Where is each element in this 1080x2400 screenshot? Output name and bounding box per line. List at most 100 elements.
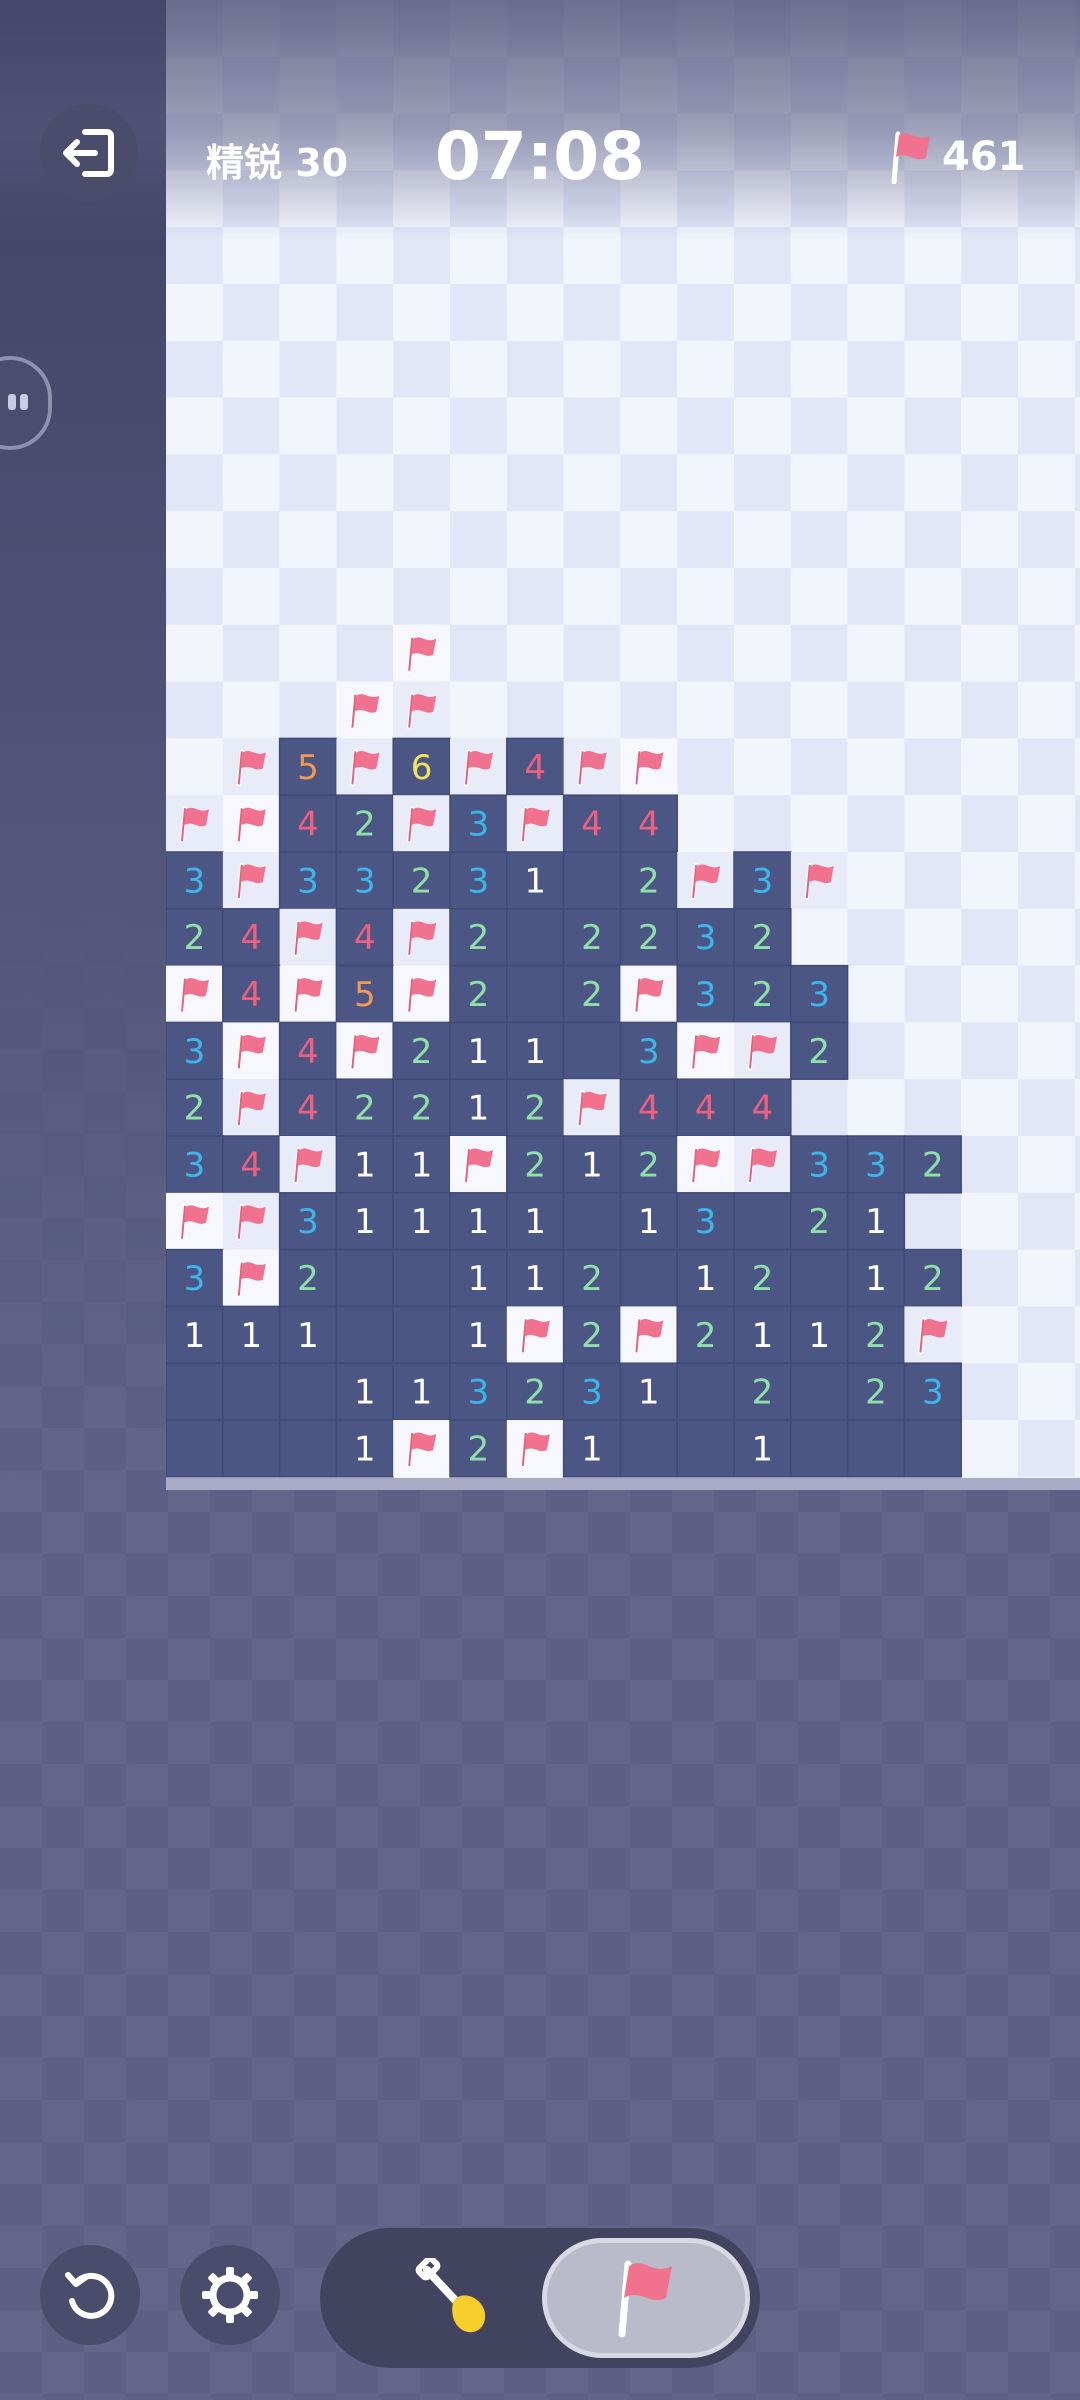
hidden-cell[interactable]	[961, 1420, 1018, 1477]
hidden-cell[interactable]	[620, 397, 678, 455]
hidden-cell[interactable]	[1018, 1249, 1075, 1307]
hidden-cell[interactable]	[506, 511, 564, 568]
hidden-cell[interactable]	[1018, 1192, 1075, 1250]
hidden-cell[interactable]	[393, 284, 450, 341]
hidden-cell[interactable]	[1074, 738, 1080, 796]
hidden-cell[interactable]	[790, 681, 848, 739]
hidden-cell[interactable]	[677, 340, 734, 398]
hidden-cell[interactable]	[790, 738, 848, 796]
hidden-cell[interactable]	[734, 454, 791, 512]
revealed-blank-cell[interactable]	[392, 1248, 451, 1308]
revealed-blank-cell[interactable]	[790, 1248, 849, 1308]
hidden-cell[interactable]	[506, 568, 564, 625]
revealed-blank-cell[interactable]	[166, 1419, 224, 1478]
hidden-cell[interactable]	[904, 965, 962, 1023]
hidden-cell[interactable]	[734, 795, 791, 852]
hidden-cell[interactable]	[1074, 397, 1080, 455]
hidden-cell[interactable]	[904, 340, 962, 398]
hidden-cell[interactable]	[1074, 1079, 1080, 1136]
hidden-cell[interactable]	[620, 511, 678, 568]
hidden-cell[interactable]	[961, 454, 1018, 512]
hidden-cell[interactable]	[506, 624, 564, 682]
hidden-cell[interactable]	[904, 1079, 962, 1136]
hidden-cell[interactable]	[1018, 624, 1075, 682]
hidden-cell[interactable]	[1018, 1306, 1075, 1364]
hidden-cell[interactable]	[166, 284, 223, 341]
hidden-cell[interactable]	[961, 1136, 1018, 1193]
hidden-cell[interactable]	[904, 852, 962, 909]
hidden-cell[interactable]	[336, 624, 394, 682]
hidden-cell[interactable]	[279, 568, 337, 625]
hidden-cell[interactable]	[620, 568, 678, 625]
hidden-cell[interactable]	[904, 511, 962, 568]
hidden-cell[interactable]	[677, 511, 734, 568]
hidden-cell[interactable]	[279, 340, 337, 398]
hidden-cell[interactable]	[961, 908, 1018, 966]
hidden-cell[interactable]	[166, 454, 223, 512]
hidden-cell[interactable]	[961, 1022, 1018, 1080]
hidden-cell[interactable]	[847, 454, 905, 512]
hidden-cell[interactable]	[847, 284, 905, 341]
hidden-cell[interactable]	[1074, 454, 1080, 512]
hidden-cell[interactable]	[904, 795, 962, 852]
hidden-cell[interactable]	[734, 568, 791, 625]
revealed-blank-cell[interactable]	[676, 1419, 735, 1478]
hidden-cell[interactable]	[677, 454, 734, 512]
hidden-cell[interactable]	[393, 397, 450, 455]
revealed-blank-cell[interactable]	[278, 1419, 338, 1478]
hidden-cell[interactable]	[1074, 965, 1080, 1023]
revealed-blank-cell[interactable]	[506, 908, 565, 967]
hidden-cell[interactable]	[166, 340, 223, 398]
hidden-cell[interactable]	[450, 511, 507, 568]
hidden-cell[interactable]	[1074, 908, 1080, 966]
hidden-cell[interactable]	[904, 624, 962, 682]
hidden-cell[interactable]	[393, 340, 450, 398]
hidden-cell[interactable]	[393, 568, 450, 625]
hidden-cell[interactable]	[734, 624, 791, 682]
revealed-blank-cell[interactable]	[676, 1362, 735, 1421]
hidden-cell[interactable]	[563, 568, 621, 625]
hidden-cell[interactable]	[961, 1192, 1018, 1250]
hidden-cell[interactable]	[734, 681, 791, 739]
hidden-cell[interactable]	[1018, 284, 1075, 341]
hidden-cell[interactable]	[847, 681, 905, 739]
hidden-cell[interactable]	[1018, 511, 1075, 568]
revealed-blank-cell[interactable]	[790, 1419, 849, 1478]
hidden-cell[interactable]	[1018, 738, 1075, 796]
hidden-cell[interactable]	[279, 454, 337, 512]
hidden-cell[interactable]	[734, 511, 791, 568]
hidden-cell[interactable]	[393, 454, 450, 512]
hidden-cell[interactable]	[961, 397, 1018, 455]
hidden-cell[interactable]	[1018, 1363, 1075, 1420]
hidden-cell[interactable]	[734, 284, 791, 341]
hidden-cell[interactable]	[1074, 852, 1080, 909]
hidden-cell[interactable]	[563, 340, 621, 398]
hidden-cell[interactable]	[961, 624, 1018, 682]
hidden-cell[interactable]	[222, 284, 280, 341]
hidden-cell[interactable]	[506, 284, 564, 341]
hidden-cell[interactable]	[222, 568, 280, 625]
hidden-cell[interactable]	[1074, 1249, 1080, 1307]
hidden-cell[interactable]	[790, 624, 848, 682]
hidden-cell[interactable]	[790, 568, 848, 625]
hidden-cell[interactable]	[1018, 852, 1075, 909]
hidden-cell[interactable]	[450, 284, 507, 341]
hidden-cell[interactable]	[222, 397, 280, 455]
revealed-blank-cell[interactable]	[562, 1021, 622, 1080]
revealed-blank-cell[interactable]	[335, 1305, 394, 1364]
hidden-cell[interactable]	[450, 568, 507, 625]
hidden-cell[interactable]	[279, 284, 337, 341]
hidden-cell[interactable]	[677, 795, 734, 852]
hidden-cell[interactable]	[336, 284, 394, 341]
hidden-cell[interactable]	[961, 1306, 1018, 1364]
revealed-blank-cell[interactable]	[335, 1248, 394, 1308]
hidden-cell[interactable]	[904, 284, 962, 341]
hidden-cell[interactable]	[677, 624, 734, 682]
hidden-cell[interactable]	[222, 624, 280, 682]
hidden-cell[interactable]	[790, 454, 848, 512]
hidden-cell[interactable]	[620, 284, 678, 341]
dig-mode-button[interactable]	[370, 2248, 540, 2348]
hidden-cell[interactable]	[790, 1079, 848, 1136]
flag-mode-button[interactable]	[542, 2238, 750, 2358]
hidden-cell[interactable]	[904, 908, 962, 966]
